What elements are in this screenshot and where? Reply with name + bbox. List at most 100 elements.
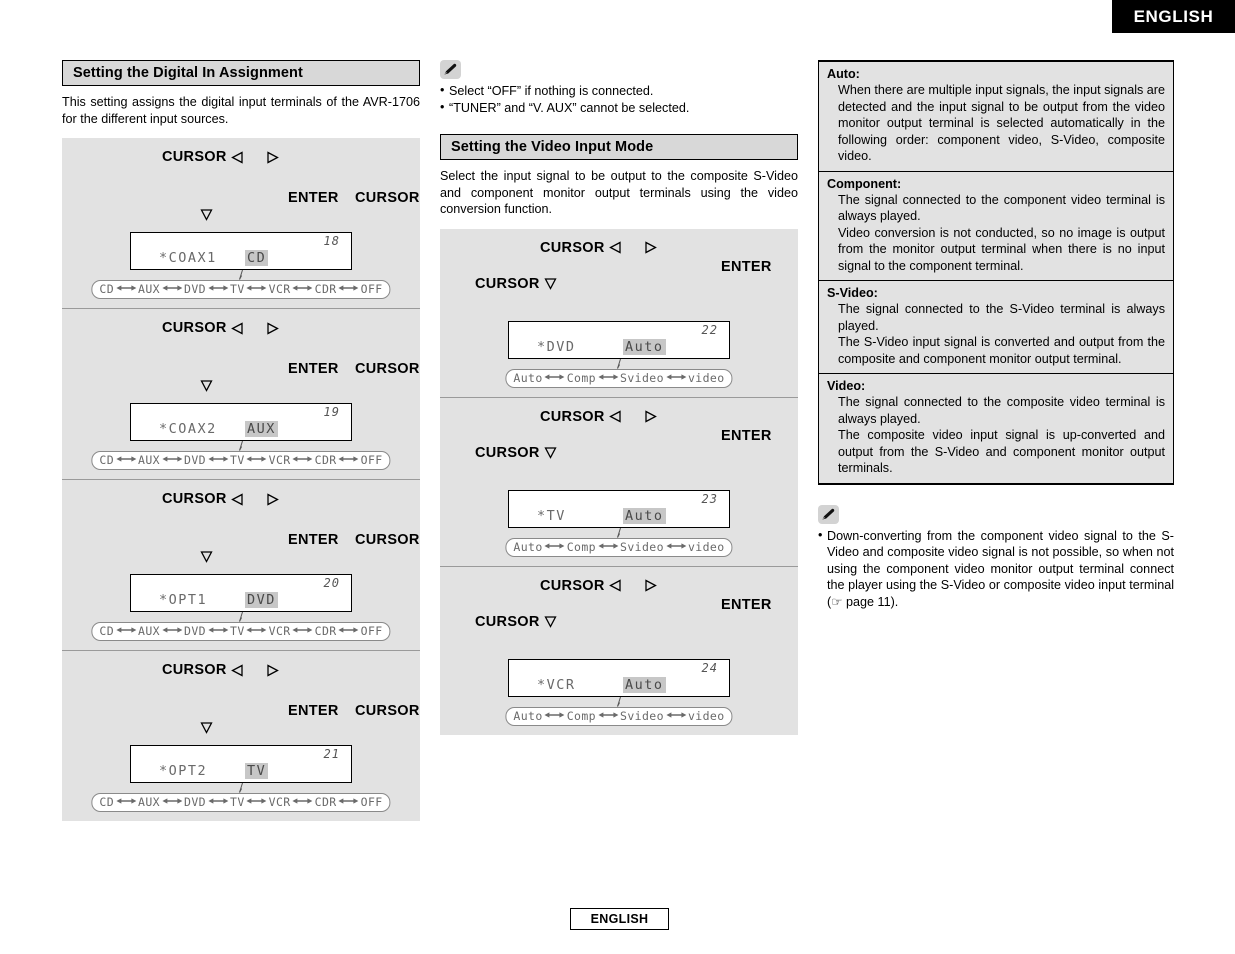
double-arrow-icon	[246, 452, 267, 466]
option-off: OFF	[360, 282, 383, 296]
cursor-right-triangle-icon	[266, 151, 279, 164]
header-language-tab: ENGLISH	[1112, 0, 1235, 33]
definition-text: When there are multiple input signals, t…	[838, 83, 1165, 163]
display-selected-value: AUX	[245, 421, 278, 437]
definition-item: S-Video: The signal connected to the S-Vi…	[819, 281, 1173, 374]
option-vcr: VCR	[268, 624, 291, 638]
cursor-down-triangle-icon	[200, 379, 213, 392]
option-auto: Auto	[513, 370, 543, 385]
double-arrow-icon	[246, 623, 267, 637]
display-step-number: 23	[701, 491, 718, 506]
double-arrow-icon	[544, 708, 565, 722]
key-cursor-down	[200, 548, 213, 564]
double-arrow-icon	[338, 281, 359, 295]
key-enter: ENTER	[288, 532, 339, 548]
option-cd: CD	[99, 453, 115, 467]
cursor-down-triangle-icon	[544, 615, 557, 629]
receiver-display: 23 *TV Auto	[508, 489, 730, 528]
definition-text: The signal connected to the component vi…	[838, 192, 1165, 224]
option-cd: CD	[99, 624, 115, 638]
option-comp: Comp	[566, 370, 597, 385]
cursor-down-triangle-icon	[200, 550, 213, 563]
option-dvd: DVD	[184, 453, 207, 467]
option-dvd: DVD	[184, 795, 207, 809]
double-arrow-icon	[338, 794, 359, 808]
option-dvd: DVD	[184, 282, 207, 296]
double-arrow-icon	[598, 370, 619, 384]
digital-in-step: CURSOR ENTER CURSOR 21 *OPT2 TV CD AUX DVD TV VCR…	[62, 651, 420, 821]
key-cursor-down-label: CURSOR	[355, 532, 420, 548]
cursor-left-triangle-icon	[609, 579, 622, 592]
definition-text: Video conversion is not conducted, so no…	[838, 225, 1165, 273]
option-cdr: CDR	[314, 453, 337, 467]
double-arrow-icon	[246, 281, 267, 295]
cursor-left-triangle-icon	[231, 151, 244, 164]
key-enter: ENTER	[721, 596, 772, 613]
double-arrow-icon	[162, 623, 183, 637]
display-step-number: 22	[701, 322, 718, 337]
key-cursor-down-label: CURSOR	[355, 361, 420, 377]
pencil-icon	[440, 60, 461, 79]
key-enter: ENTER	[288, 703, 339, 719]
digital-in-intro: This setting assigns the digital input t…	[62, 95, 420, 126]
definition-text: The composite video input signal is up-c…	[838, 428, 1165, 475]
key-cursor-down-label: CURSOR	[355, 703, 420, 719]
double-arrow-icon	[208, 623, 229, 637]
double-arrow-icon	[246, 794, 267, 808]
double-arrow-icon	[598, 708, 619, 722]
receiver-display: 21 *OPT2 TV	[130, 745, 352, 783]
digital-in-heading: Setting the Digital In Assignment	[62, 60, 420, 86]
double-arrow-icon	[116, 281, 137, 295]
option-svideo: Svideo	[620, 370, 664, 385]
display-source-name: *DVD	[537, 338, 576, 355]
digital-in-note-list: Select “OFF” if nothing is connected.“TU…	[440, 82, 798, 117]
option-aux: AUX	[138, 624, 161, 638]
definition-term: Component:	[827, 176, 902, 191]
key-cursor-lr: CURSOR	[540, 240, 657, 256]
display-selected-value: Auto	[623, 676, 666, 693]
note-item: “TUNER” and “V. AUX” cannot be selected.	[440, 99, 798, 117]
cursor-left-triangle-icon	[231, 664, 244, 677]
cursor-left-triangle-icon	[609, 241, 622, 254]
option-off: OFF	[360, 453, 383, 467]
key-cursor-down	[200, 377, 213, 393]
double-arrow-icon	[208, 794, 229, 808]
video-input-option-cycle: Auto Comp Svideo video	[505, 368, 733, 388]
cursor-left-triangle-icon	[609, 410, 622, 423]
option-cd: CD	[99, 795, 115, 809]
digital-in-option-cycle: CD AUX DVD TV VCR CDR OFF	[91, 280, 391, 299]
option-aux: AUX	[138, 795, 161, 809]
key-cursor-lr: CURSOR	[162, 662, 279, 678]
display-selected-value: TV	[245, 763, 269, 779]
option-dvd: DVD	[184, 624, 207, 638]
double-arrow-icon	[665, 539, 686, 553]
display-source-name: *OPT2	[159, 763, 208, 779]
footer-language-label: ENGLISH	[590, 912, 649, 926]
option-auto: Auto	[513, 539, 543, 554]
definition-text: The signal connected to the composite vi…	[838, 395, 1165, 426]
digital-in-option-cycle: CD AUX DVD TV VCR CDR OFF	[91, 793, 391, 812]
option-cd: CD	[99, 282, 115, 296]
digital-in-step: CURSOR ENTER CURSOR 19 *COAX2 AUX CD AUX DVD TV V…	[62, 309, 420, 480]
option-video: video	[687, 708, 725, 723]
cursor-right-triangle-icon	[644, 579, 657, 592]
display-step-number: 18	[323, 234, 340, 248]
digital-in-diagram-panel: CURSOR ENTER CURSOR 18 *COAX1 CD CD AUX DVD TV VC…	[62, 138, 420, 821]
display-source-name: *OPT1	[159, 592, 208, 608]
key-cursor-down	[200, 206, 213, 222]
option-aux: AUX	[138, 282, 161, 296]
cursor-right-triangle-icon	[644, 410, 657, 423]
option-video: video	[687, 539, 725, 554]
option-tv: TV	[230, 282, 245, 296]
option-cdr: CDR	[314, 624, 337, 638]
receiver-display: 24 *VCR Auto	[508, 658, 730, 697]
receiver-display: 19 *COAX2 AUX	[130, 403, 352, 441]
definition-item: Component: The signal connected to the co…	[819, 172, 1173, 281]
double-arrow-icon	[208, 452, 229, 466]
cursor-right-triangle-icon	[266, 664, 279, 677]
option-svideo: Svideo	[620, 708, 664, 723]
option-comp: Comp	[566, 539, 597, 554]
middle-column: Select “OFF” if nothing is connected.“TU…	[440, 60, 798, 735]
display-selected-value: CD	[245, 250, 269, 266]
option-vcr: VCR	[268, 453, 291, 467]
